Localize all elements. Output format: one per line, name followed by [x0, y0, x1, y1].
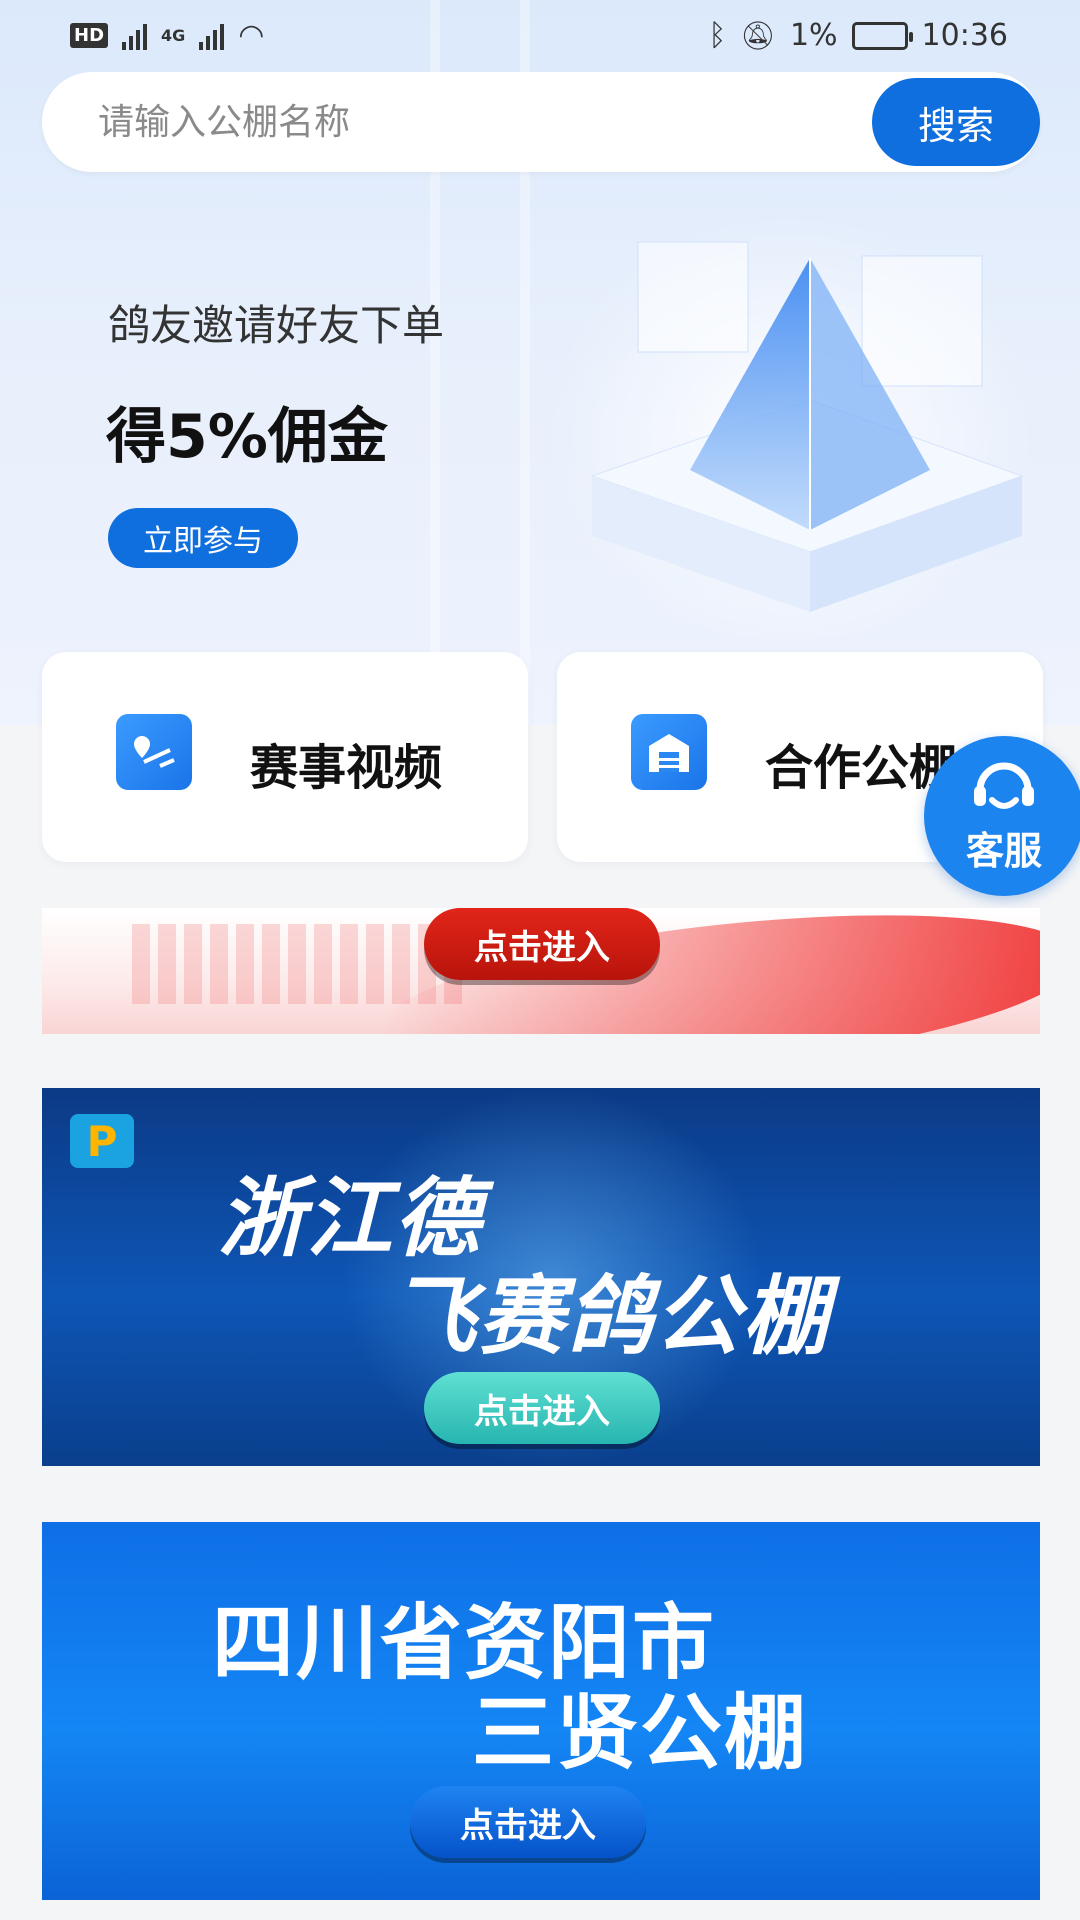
- signal-icon: [122, 22, 148, 50]
- customer-service-button[interactable]: 客服: [924, 736, 1080, 896]
- hd-icon: HD: [70, 23, 109, 48]
- search-bar: 搜索: [42, 72, 1040, 172]
- clock: 10:36: [921, 18, 1008, 53]
- banner-3-line2: 三贤公棚: [472, 1686, 809, 1781]
- bluetooth-icon: ᛒ: [708, 18, 727, 53]
- pyramid-illustration: [590, 241, 1024, 612]
- status-bar: HD 4G ◠ ᛒ 🔕︎ 1% 10:36: [0, 0, 1080, 72]
- banner-red[interactable]: 点击进入: [42, 908, 1040, 1034]
- map-route-icon: [116, 714, 206, 804]
- enter-button-1[interactable]: 点击进入: [424, 908, 660, 980]
- battery-percent: 1%: [789, 18, 838, 53]
- signal-icon-2: [199, 22, 225, 50]
- network-type: 4G: [161, 26, 186, 45]
- enter-button-3[interactable]: 点击进入: [410, 1786, 646, 1858]
- promo-subtitle: 鸽友邀请好友下单: [108, 301, 445, 350]
- customer-service-label: 客服: [965, 829, 1042, 873]
- banner-zhejiang-defei[interactable]: P 浙江德 飞赛鸽公棚 点击进入: [42, 1088, 1040, 1466]
- wifi-icon: ◠: [238, 18, 265, 53]
- match-video-label: 赛事视频: [250, 740, 443, 796]
- battery-icon: [851, 21, 913, 50]
- defei-logo: P: [70, 1114, 134, 1168]
- join-now-button[interactable]: 立即参与: [108, 508, 298, 568]
- promo-title: 得5%佣金: [106, 402, 388, 472]
- warehouse-icon: [631, 714, 721, 804]
- headset-icon: [974, 762, 1034, 809]
- enter-button-2[interactable]: 点击进入: [424, 1372, 660, 1444]
- search-input[interactable]: [98, 72, 858, 172]
- match-video-card[interactable]: 赛事视频: [42, 652, 528, 862]
- banner-sichuan-sanxian[interactable]: 四川省资阳市 三贤公棚 点击进入: [42, 1522, 1040, 1900]
- search-button[interactable]: 搜索: [872, 78, 1040, 166]
- mute-bell-icon: 🔕︎: [740, 19, 776, 52]
- banner-2-line2: 飞赛鸽公棚: [390, 1267, 830, 1367]
